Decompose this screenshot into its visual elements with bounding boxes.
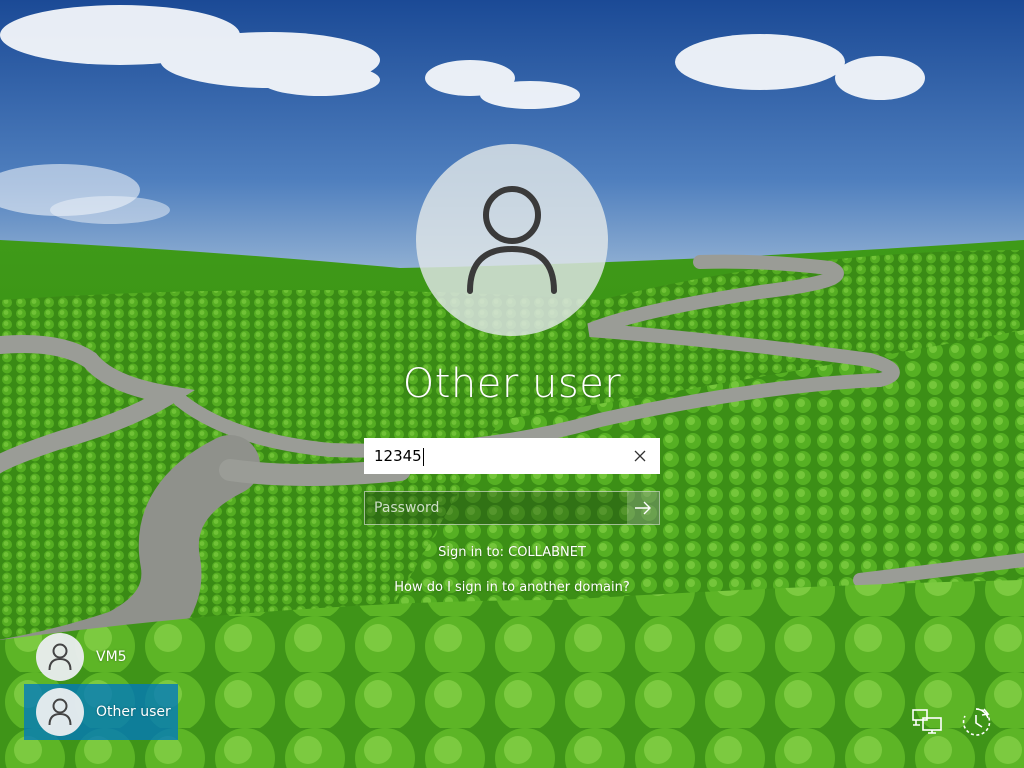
sign-in-domain-text: Sign in to: COLLABNET bbox=[438, 545, 586, 560]
submit-button[interactable] bbox=[627, 492, 659, 524]
user-avatar-icon bbox=[467, 186, 557, 294]
clear-button[interactable] bbox=[624, 440, 656, 472]
user-title: Other user bbox=[402, 361, 622, 407]
close-icon bbox=[634, 450, 646, 462]
password-field[interactable] bbox=[364, 491, 660, 525]
user-tile-label: Other user bbox=[96, 704, 171, 720]
user-avatar-icon bbox=[48, 698, 72, 726]
domain-help-link[interactable]: How do I sign in to another domain? bbox=[312, 578, 712, 598]
accessibility-button[interactable] bbox=[956, 704, 996, 740]
network-icon bbox=[912, 709, 942, 734]
user-tile-vm5[interactable]: VM5 bbox=[24, 629, 178, 685]
avatar bbox=[36, 688, 84, 736]
user-tile-label: VM5 bbox=[96, 649, 127, 665]
user-tile-other-user[interactable]: Other user bbox=[24, 684, 178, 740]
user-avatar-icon bbox=[48, 643, 72, 671]
arrow-right-icon bbox=[635, 501, 651, 515]
text-caret bbox=[422, 448, 424, 466]
password-input[interactable] bbox=[374, 492, 624, 524]
username-input[interactable] bbox=[374, 440, 624, 472]
avatar bbox=[36, 633, 84, 681]
user-avatar-large bbox=[416, 144, 608, 336]
network-button[interactable] bbox=[908, 704, 948, 740]
accessibility-icon bbox=[962, 708, 991, 736]
username-field[interactable] bbox=[364, 438, 660, 474]
